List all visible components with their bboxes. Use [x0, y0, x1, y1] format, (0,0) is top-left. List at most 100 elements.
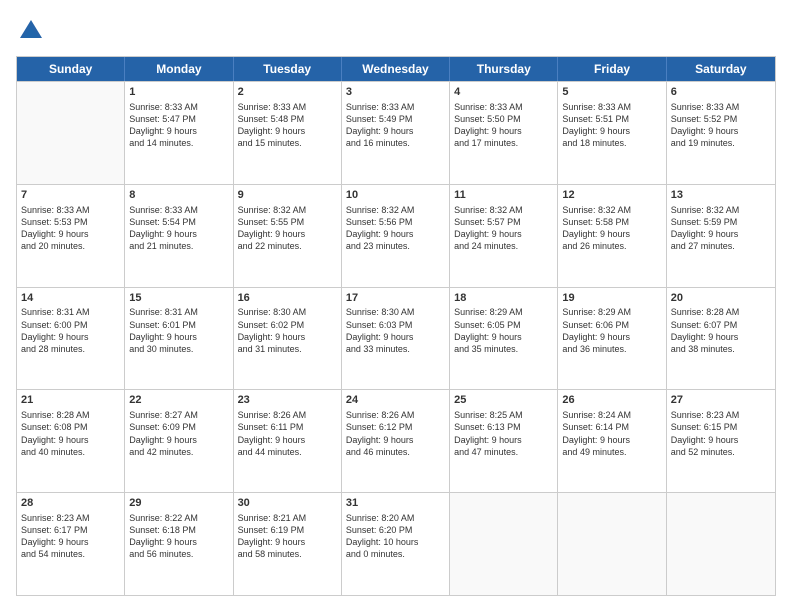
daylight-text: Daylight: 9 hours: [671, 331, 771, 343]
calendar-cell: 25Sunrise: 8:25 AMSunset: 6:13 PMDayligh…: [450, 390, 558, 492]
daylight-text-2: and 56 minutes.: [129, 548, 228, 560]
calendar-cell: 6Sunrise: 8:33 AMSunset: 5:52 PMDaylight…: [667, 82, 775, 184]
calendar-row-3: 21Sunrise: 8:28 AMSunset: 6:08 PMDayligh…: [17, 389, 775, 492]
daylight-text: Daylight: 9 hours: [238, 125, 337, 137]
sunset-text: Sunset: 6:07 PM: [671, 319, 771, 331]
calendar-cell: [667, 493, 775, 595]
daylight-text: Daylight: 9 hours: [129, 228, 228, 240]
daylight-text-2: and 44 minutes.: [238, 446, 337, 458]
calendar-cell: 27Sunrise: 8:23 AMSunset: 6:15 PMDayligh…: [667, 390, 775, 492]
daylight-text-2: and 19 minutes.: [671, 137, 771, 149]
day-number: 5: [562, 85, 661, 100]
daylight-text: Daylight: 9 hours: [562, 228, 661, 240]
calendar-cell: 3Sunrise: 8:33 AMSunset: 5:49 PMDaylight…: [342, 82, 450, 184]
sunset-text: Sunset: 6:17 PM: [21, 524, 120, 536]
sunrise-text: Sunrise: 8:22 AM: [129, 512, 228, 524]
sunrise-text: Sunrise: 8:33 AM: [562, 101, 661, 113]
day-number: 17: [346, 291, 445, 306]
sunset-text: Sunset: 6:00 PM: [21, 319, 120, 331]
sunset-text: Sunset: 5:59 PM: [671, 216, 771, 228]
calendar-cell: [450, 493, 558, 595]
sunrise-text: Sunrise: 8:26 AM: [346, 409, 445, 421]
daylight-text-2: and 47 minutes.: [454, 446, 553, 458]
daylight-text-2: and 21 minutes.: [129, 240, 228, 252]
calendar-cell: 7Sunrise: 8:33 AMSunset: 5:53 PMDaylight…: [17, 185, 125, 287]
sunrise-text: Sunrise: 8:29 AM: [562, 306, 661, 318]
header-cell-sunday: Sunday: [17, 57, 125, 81]
sunrise-text: Sunrise: 8:28 AM: [671, 306, 771, 318]
daylight-text-2: and 15 minutes.: [238, 137, 337, 149]
sunset-text: Sunset: 6:19 PM: [238, 524, 337, 536]
sunset-text: Sunset: 6:08 PM: [21, 421, 120, 433]
calendar-header: SundayMondayTuesdayWednesdayThursdayFrid…: [17, 57, 775, 81]
sunset-text: Sunset: 6:20 PM: [346, 524, 445, 536]
day-number: 21: [21, 393, 120, 408]
day-number: 15: [129, 291, 228, 306]
calendar-cell: 13Sunrise: 8:32 AMSunset: 5:59 PMDayligh…: [667, 185, 775, 287]
sunrise-text: Sunrise: 8:28 AM: [21, 409, 120, 421]
daylight-text-2: and 0 minutes.: [346, 548, 445, 560]
calendar: SundayMondayTuesdayWednesdayThursdayFrid…: [16, 56, 776, 596]
sunrise-text: Sunrise: 8:27 AM: [129, 409, 228, 421]
daylight-text: Daylight: 9 hours: [454, 331, 553, 343]
sunset-text: Sunset: 5:53 PM: [21, 216, 120, 228]
sunrise-text: Sunrise: 8:23 AM: [671, 409, 771, 421]
daylight-text-2: and 42 minutes.: [129, 446, 228, 458]
sunset-text: Sunset: 5:52 PM: [671, 113, 771, 125]
day-number: 7: [21, 188, 120, 203]
sunset-text: Sunset: 6:06 PM: [562, 319, 661, 331]
daylight-text: Daylight: 9 hours: [454, 228, 553, 240]
sunrise-text: Sunrise: 8:23 AM: [21, 512, 120, 524]
daylight-text-2: and 54 minutes.: [21, 548, 120, 560]
day-number: 20: [671, 291, 771, 306]
sunrise-text: Sunrise: 8:30 AM: [238, 306, 337, 318]
day-number: 23: [238, 393, 337, 408]
sunset-text: Sunset: 5:50 PM: [454, 113, 553, 125]
daylight-text: Daylight: 10 hours: [346, 536, 445, 548]
sunset-text: Sunset: 6:05 PM: [454, 319, 553, 331]
daylight-text-2: and 49 minutes.: [562, 446, 661, 458]
sunset-text: Sunset: 6:11 PM: [238, 421, 337, 433]
calendar-cell: 8Sunrise: 8:33 AMSunset: 5:54 PMDaylight…: [125, 185, 233, 287]
day-number: 25: [454, 393, 553, 408]
daylight-text: Daylight: 9 hours: [21, 228, 120, 240]
daylight-text: Daylight: 9 hours: [562, 331, 661, 343]
daylight-text-2: and 28 minutes.: [21, 343, 120, 355]
day-number: 9: [238, 188, 337, 203]
sunset-text: Sunset: 5:58 PM: [562, 216, 661, 228]
sunset-text: Sunset: 6:18 PM: [129, 524, 228, 536]
calendar-cell: 16Sunrise: 8:30 AMSunset: 6:02 PMDayligh…: [234, 288, 342, 390]
daylight-text: Daylight: 9 hours: [454, 125, 553, 137]
day-number: 28: [21, 496, 120, 511]
daylight-text-2: and 17 minutes.: [454, 137, 553, 149]
daylight-text-2: and 31 minutes.: [238, 343, 337, 355]
daylight-text: Daylight: 9 hours: [21, 434, 120, 446]
day-number: 3: [346, 85, 445, 100]
day-number: 2: [238, 85, 337, 100]
daylight-text-2: and 24 minutes.: [454, 240, 553, 252]
calendar-cell: 5Sunrise: 8:33 AMSunset: 5:51 PMDaylight…: [558, 82, 666, 184]
daylight-text: Daylight: 9 hours: [238, 536, 337, 548]
sunrise-text: Sunrise: 8:33 AM: [21, 204, 120, 216]
daylight-text: Daylight: 9 hours: [562, 434, 661, 446]
header-cell-wednesday: Wednesday: [342, 57, 450, 81]
calendar-cell: [558, 493, 666, 595]
sunrise-text: Sunrise: 8:20 AM: [346, 512, 445, 524]
daylight-text: Daylight: 9 hours: [238, 228, 337, 240]
header-cell-monday: Monday: [125, 57, 233, 81]
calendar-row-1: 7Sunrise: 8:33 AMSunset: 5:53 PMDaylight…: [17, 184, 775, 287]
sunrise-text: Sunrise: 8:32 AM: [346, 204, 445, 216]
day-number: 24: [346, 393, 445, 408]
sunrise-text: Sunrise: 8:29 AM: [454, 306, 553, 318]
daylight-text: Daylight: 9 hours: [238, 331, 337, 343]
calendar-cell: 18Sunrise: 8:29 AMSunset: 6:05 PMDayligh…: [450, 288, 558, 390]
daylight-text-2: and 52 minutes.: [671, 446, 771, 458]
daylight-text-2: and 30 minutes.: [129, 343, 228, 355]
sunrise-text: Sunrise: 8:33 AM: [671, 101, 771, 113]
daylight-text: Daylight: 9 hours: [21, 536, 120, 548]
sunset-text: Sunset: 6:03 PM: [346, 319, 445, 331]
daylight-text: Daylight: 9 hours: [129, 331, 228, 343]
daylight-text-2: and 18 minutes.: [562, 137, 661, 149]
calendar-cell: 4Sunrise: 8:33 AMSunset: 5:50 PMDaylight…: [450, 82, 558, 184]
calendar-cell: 2Sunrise: 8:33 AMSunset: 5:48 PMDaylight…: [234, 82, 342, 184]
